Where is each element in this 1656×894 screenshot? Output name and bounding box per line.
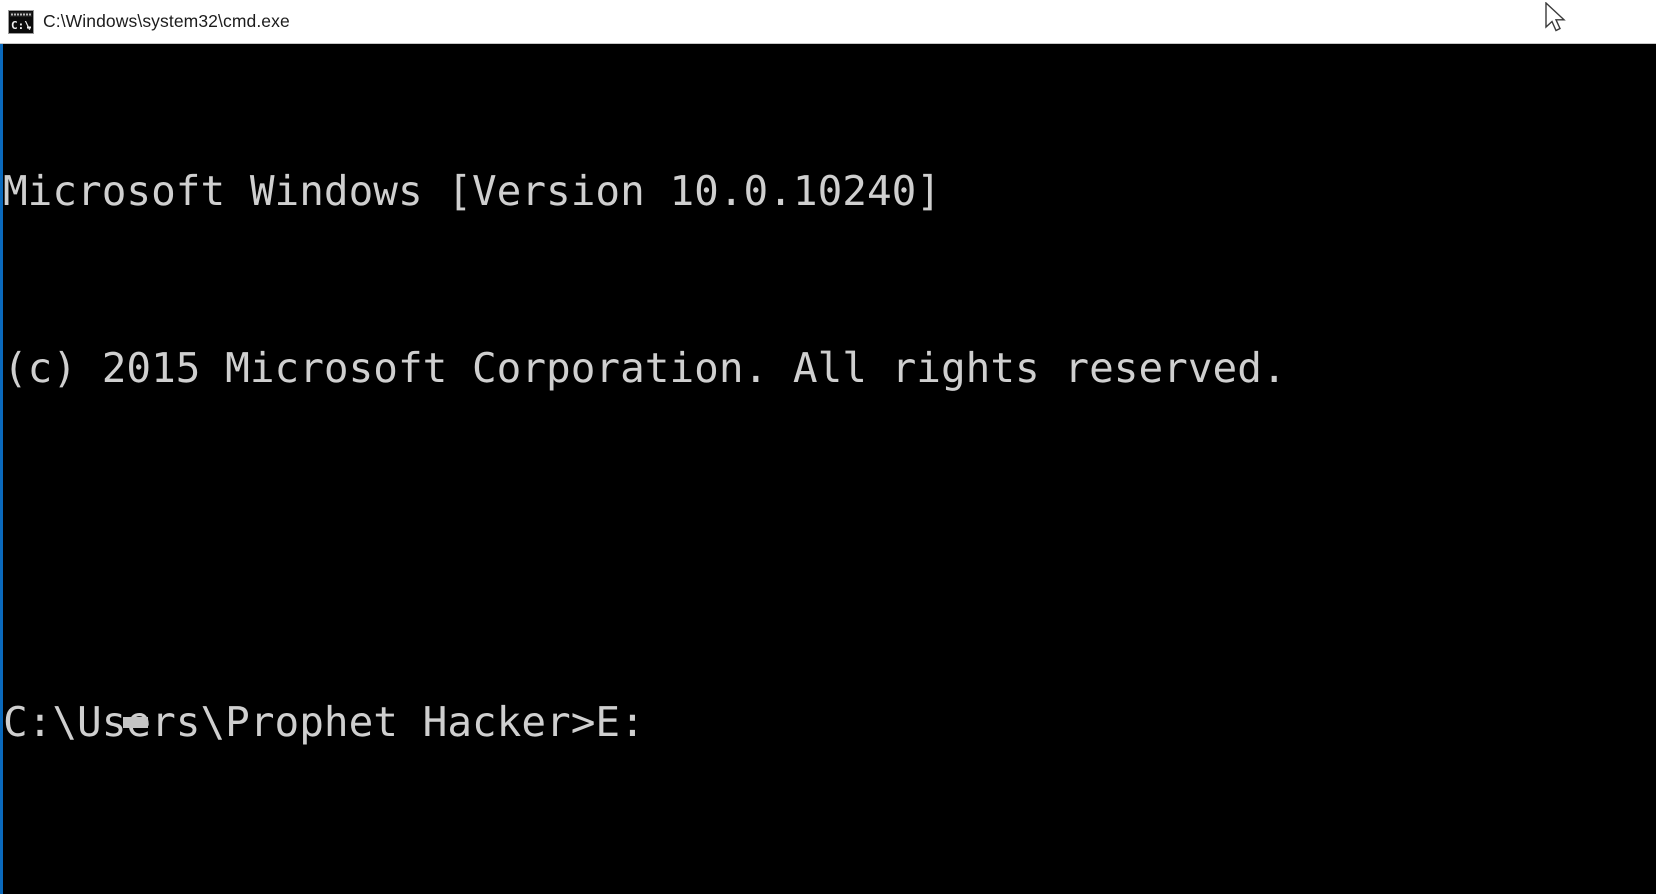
block-cursor (123, 717, 148, 728)
console-text-block: Microsoft Windows [Version 10.0.10240] (… (3, 44, 1287, 894)
console-line: Microsoft Windows [Version 10.0.10240] (3, 167, 941, 215)
title-bar[interactable]: C:\ C:\Windows\system32\cmd.exe (0, 0, 1656, 44)
cmd-console-icon: C:\ (8, 9, 34, 34)
svg-text:C:\: C:\ (11, 19, 31, 32)
window-title: C:\Windows\system32\cmd.exe (43, 10, 290, 31)
console-output-area[interactable]: Microsoft Windows [Version 10.0.10240] (… (0, 44, 1656, 894)
console-line: C:\Users\Prophet Hacker>E: (3, 698, 645, 746)
cmd-window: C:\ C:\Windows\system32\cmd.exe Microsof… (0, 0, 1656, 894)
console-line: (c) 2015 Microsoft Corporation. All righ… (3, 344, 1287, 392)
